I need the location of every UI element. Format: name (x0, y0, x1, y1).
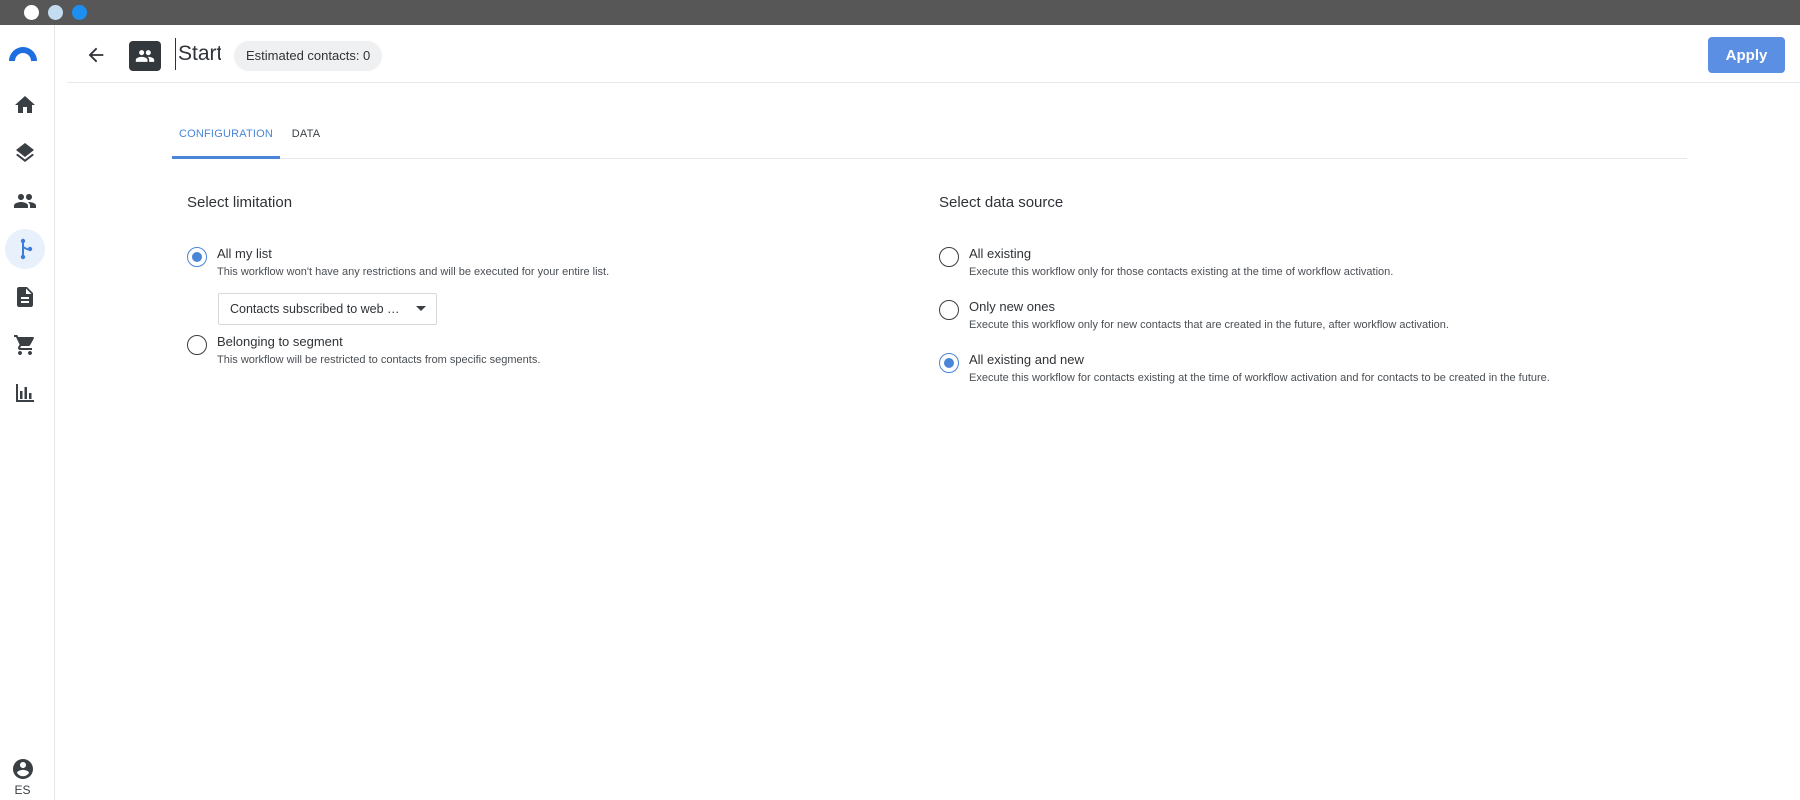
account-locale: ES (14, 783, 31, 797)
option-label: All my list (217, 246, 272, 261)
apply-button[interactable]: Apply (1708, 37, 1785, 73)
option-description: This workflow won't have any restriction… (217, 266, 610, 278)
limitation-option-segment[interactable]: Belonging to segment This workflow will … (187, 333, 540, 368)
data-source-option-all-existing-and-new[interactable]: All existing and new Execute this workfl… (939, 351, 1550, 386)
option-description: Execute this workflow only for new conta… (969, 319, 1449, 331)
bar-chart-icon (16, 384, 34, 402)
brand-logo (9, 47, 37, 61)
contact-list-select-value: Contacts subscribed to web … (230, 302, 400, 316)
sidebar-item-shop[interactable] (5, 325, 45, 365)
option-label: Only new ones (969, 299, 1055, 314)
window-titlebar (0, 0, 1800, 25)
tab-bar: CONFIGURATION DATA (172, 118, 1687, 159)
radio-all-existing-and-new[interactable] (939, 353, 959, 373)
editor-header: Estimated contacts: 0 Apply (67, 25, 1800, 83)
sidebar-item-home[interactable] (5, 85, 45, 125)
cart-icon (14, 335, 34, 355)
window-maximize-dot[interactable] (72, 5, 87, 20)
radio-only-new-ones[interactable] (939, 300, 959, 320)
people-icon (14, 194, 36, 208)
document-icon (17, 287, 33, 307)
option-description: Execute this workflow only for those con… (969, 266, 1394, 278)
limitation-option-all-my-list[interactable]: All my list This workflow won't have any… (187, 245, 609, 280)
account-circle-icon (12, 759, 33, 779)
tab-configuration[interactable]: CONFIGURATION (172, 118, 280, 159)
estimated-contacts-badge: Estimated contacts: 0 (234, 41, 383, 71)
tab-data[interactable]: DATA (286, 118, 326, 159)
sidebar-item-layers[interactable] (5, 133, 45, 173)
layers-icon (16, 143, 34, 162)
window-close-dot[interactable] (24, 5, 39, 20)
account-menu[interactable]: ES (0, 757, 45, 797)
home-icon (15, 96, 35, 113)
sidebar-item-reports[interactable] (5, 373, 45, 413)
limitation-section-title: Select limitation (187, 194, 293, 211)
sidebar-item-contacts[interactable] (5, 181, 45, 221)
option-description: Execute this workflow for contacts exist… (969, 372, 1550, 384)
data-source-section-title: Select data source (939, 194, 1064, 211)
sidebar-item-workflows[interactable] (5, 229, 45, 269)
arrow-back-icon (88, 47, 104, 63)
option-label: Belonging to segment (217, 334, 343, 349)
step-title-input[interactable] (175, 38, 223, 70)
contact-list-select[interactable]: Contacts subscribed to web … (218, 293, 437, 325)
people-icon (135, 50, 155, 62)
workflow-branch-icon (20, 238, 33, 260)
window-minimize-dot[interactable] (48, 5, 63, 20)
option-label: All existing and new (969, 352, 1084, 367)
start-node-icon (129, 41, 161, 71)
option-label: All existing (969, 246, 1032, 261)
data-source-option-only-new[interactable]: Only new ones Execute this workflow only… (939, 298, 1449, 333)
option-description: This workflow will be restricted to cont… (217, 354, 541, 366)
radio-all-my-list[interactable] (187, 247, 207, 267)
radio-all-existing[interactable] (939, 247, 959, 267)
chevron-down-icon (416, 306, 426, 311)
data-source-option-all-existing[interactable]: All existing Execute this workflow only … (939, 245, 1393, 280)
back-button[interactable] (83, 42, 109, 68)
sidebar: ES (0, 25, 55, 800)
radio-belonging-to-segment[interactable] (187, 335, 207, 355)
sidebar-item-documents[interactable] (5, 277, 45, 317)
